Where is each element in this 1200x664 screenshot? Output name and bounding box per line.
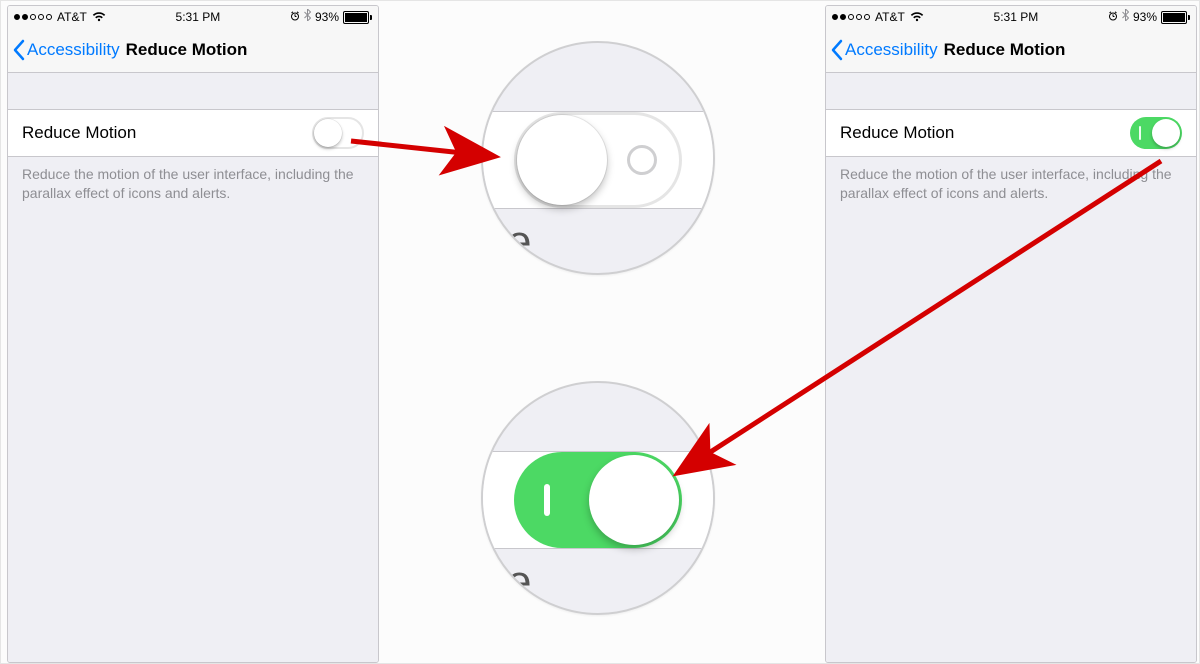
back-button[interactable]: Accessibility (8, 39, 120, 61)
chevron-left-icon (12, 39, 27, 61)
bluetooth-icon (1122, 6, 1129, 28)
section-spacer (8, 73, 378, 109)
carrier-label: AT&T (57, 6, 87, 28)
tutorial-composite: AT&T 5:31 PM 93% Accessibility Reduce Mo… (0, 0, 1200, 664)
signal-strength-icon (14, 14, 52, 20)
status-left: AT&T (14, 6, 106, 28)
nav-title: Reduce Motion (944, 40, 1066, 60)
toggle-on-indicator-icon (544, 484, 550, 516)
phone-screenshot-left: AT&T 5:31 PM 93% Accessibility Reduce Mo… (7, 5, 379, 663)
nav-bar: Accessibility Reduce Motion (826, 28, 1196, 73)
alarm-icon (290, 6, 300, 28)
alarm-icon (1108, 6, 1118, 28)
wifi-icon (910, 12, 924, 22)
arrow-annotation-icon (651, 151, 1181, 511)
battery-percent: 93% (315, 6, 339, 28)
toggle-knob (1152, 119, 1180, 147)
status-time: 5:31 PM (924, 6, 1108, 28)
back-label: Accessibility (27, 40, 120, 60)
reduce-motion-cell: Reduce Motion (826, 109, 1196, 157)
status-right: 93% (1108, 6, 1190, 28)
battery-icon (343, 11, 372, 24)
settings-body: Reduce Motion Reduce the motion of the u… (8, 73, 378, 663)
section-footer: Reduce the motion of the user interface,… (8, 157, 378, 211)
cell-label: Reduce Motion (22, 123, 136, 143)
cell-label: Reduce Motion (840, 123, 954, 143)
status-time: 5:31 PM (106, 6, 290, 28)
battery-percent: 93% (1133, 6, 1157, 28)
status-bar: AT&T 5:31 PM 93% (826, 6, 1196, 28)
nav-title: Reduce Motion (126, 40, 248, 60)
battery-icon (1161, 11, 1190, 24)
zoom-text-peek: e (507, 217, 530, 267)
status-bar: AT&T 5:31 PM 93% (8, 6, 378, 28)
reduce-motion-cell: Reduce Motion (8, 109, 378, 157)
chevron-left-icon (830, 39, 845, 61)
status-left: AT&T (832, 6, 924, 28)
status-right: 93% (290, 6, 372, 28)
nav-bar: Accessibility Reduce Motion (8, 28, 378, 73)
section-spacer (826, 73, 1196, 109)
carrier-label: AT&T (875, 6, 905, 28)
zoom-text-peek: e (507, 557, 530, 607)
toggle-knob (517, 115, 607, 205)
back-label: Accessibility (845, 40, 938, 60)
wifi-icon (92, 12, 106, 22)
back-button[interactable]: Accessibility (826, 39, 938, 61)
signal-strength-icon (832, 14, 870, 20)
arrow-annotation-icon (331, 121, 511, 181)
reduce-motion-toggle-on[interactable] (1130, 117, 1182, 149)
bluetooth-icon (304, 6, 311, 28)
